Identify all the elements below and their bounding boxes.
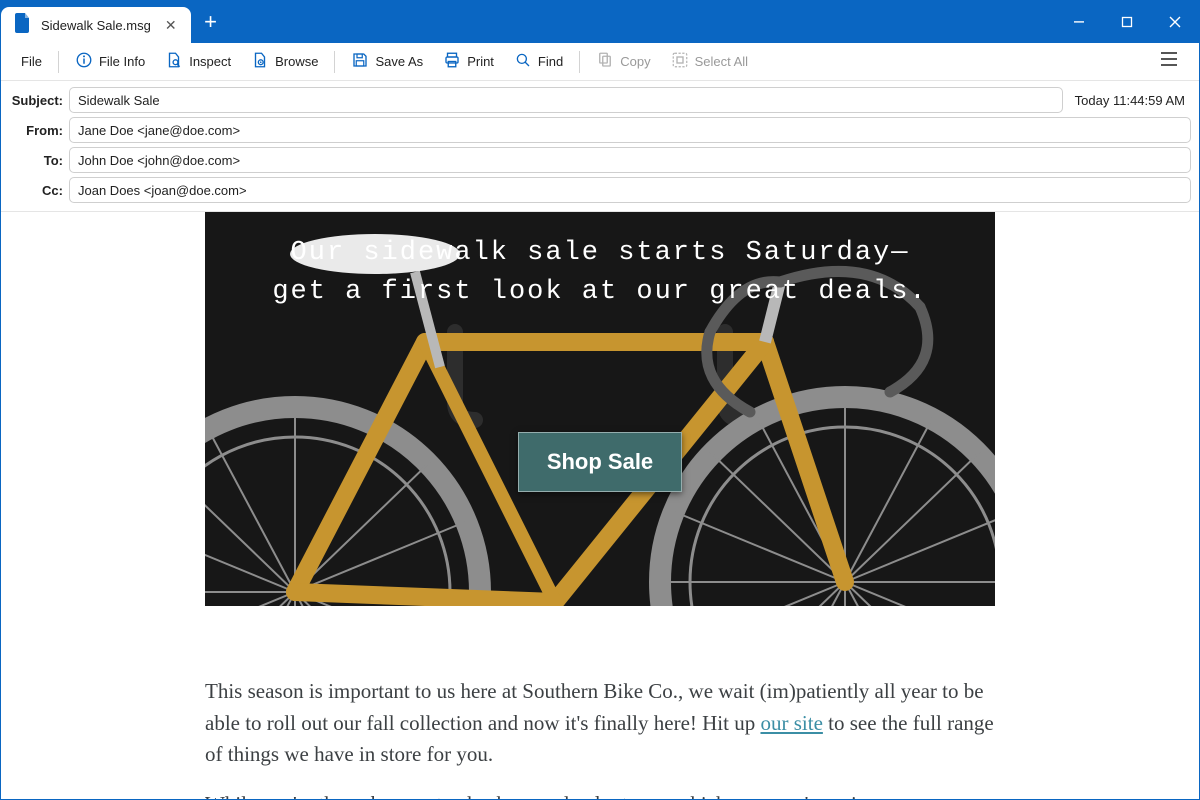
copy-icon — [596, 51, 614, 72]
hero-text: Our sidewalk sale starts Saturday— get a… — [272, 234, 927, 312]
find-button[interactable]: Find — [504, 45, 573, 78]
our-site-link[interactable]: our site — [760, 711, 822, 735]
tab-title: Sidewalk Sale.msg — [41, 18, 151, 33]
from-field[interactable]: Jane Doe <jane@doe.com> — [69, 117, 1191, 143]
select-all-button: Select All — [661, 45, 758, 78]
menu-icon — [1159, 55, 1179, 72]
find-label: Find — [538, 54, 563, 69]
hero-banner: Our sidewalk sale starts Saturday— get a… — [205, 212, 995, 606]
paragraph-1: This season is important to us here at S… — [205, 676, 995, 771]
from-label: From: — [9, 123, 63, 138]
save-icon — [351, 51, 369, 72]
inspect-label: Inspect — [189, 54, 231, 69]
menu-button[interactable] — [1149, 44, 1189, 79]
to-label: To: — [9, 153, 63, 168]
received-date: Today 11:44:59 AM — [1069, 93, 1191, 108]
shop-sale-button[interactable]: Shop Sale — [518, 432, 682, 492]
subject-field[interactable]: Sidewalk Sale — [69, 87, 1063, 113]
find-icon — [514, 51, 532, 72]
select-all-label: Select All — [695, 54, 748, 69]
file-info-label: File Info — [99, 54, 145, 69]
cc-label: Cc: — [9, 183, 63, 198]
file-info-button[interactable]: File Info — [65, 45, 155, 78]
print-label: Print — [467, 54, 494, 69]
inspect-icon — [165, 51, 183, 72]
titlebar: Sidewalk Sale.msg ✕ + — [1, 1, 1199, 43]
inspect-button[interactable]: Inspect — [155, 45, 241, 78]
document-icon — [15, 13, 31, 38]
toolbar: File File Info Inspect Browse Save As Pr… — [1, 43, 1199, 81]
select-all-icon — [671, 51, 689, 72]
separator — [58, 51, 59, 73]
info-icon — [75, 51, 93, 72]
save-as-button[interactable]: Save As — [341, 45, 433, 78]
file-menu[interactable]: File — [11, 48, 52, 75]
copy-label: Copy — [620, 54, 650, 69]
cc-field[interactable]: Joan Does <joan@doe.com> — [69, 177, 1191, 203]
document-tab[interactable]: Sidewalk Sale.msg ✕ — [1, 7, 191, 43]
hero-line-1: Our sidewalk sale starts Saturday— — [291, 238, 910, 268]
message-headers: Subject: Sidewalk Sale Today 11:44:59 AM… — [1, 81, 1199, 212]
message-body: Our sidewalk sale starts Saturday— get a… — [205, 212, 995, 799]
separator — [579, 51, 580, 73]
minimize-button[interactable] — [1055, 1, 1103, 43]
browse-icon — [251, 51, 269, 72]
separator — [334, 51, 335, 73]
paragraph-2: While you're there, be sure to check our… — [205, 789, 995, 800]
subject-label: Subject: — [9, 93, 63, 108]
print-icon — [443, 51, 461, 72]
new-tab-button[interactable]: + — [191, 1, 231, 43]
browse-label: Browse — [275, 54, 318, 69]
message-body-scroll[interactable]: Our sidewalk sale starts Saturday— get a… — [1, 212, 1199, 799]
window-controls — [1055, 1, 1199, 43]
hero-line-2: get a first look at our great deals. — [272, 277, 927, 307]
maximize-button[interactable] — [1103, 1, 1151, 43]
save-as-label: Save As — [375, 54, 423, 69]
file-menu-label: File — [21, 54, 42, 69]
tab-close-button[interactable]: ✕ — [161, 15, 181, 36]
to-field[interactable]: John Doe <john@doe.com> — [69, 147, 1191, 173]
close-window-button[interactable] — [1151, 1, 1199, 43]
browse-button[interactable]: Browse — [241, 45, 328, 78]
copy-button: Copy — [586, 45, 660, 78]
print-button[interactable]: Print — [433, 45, 504, 78]
